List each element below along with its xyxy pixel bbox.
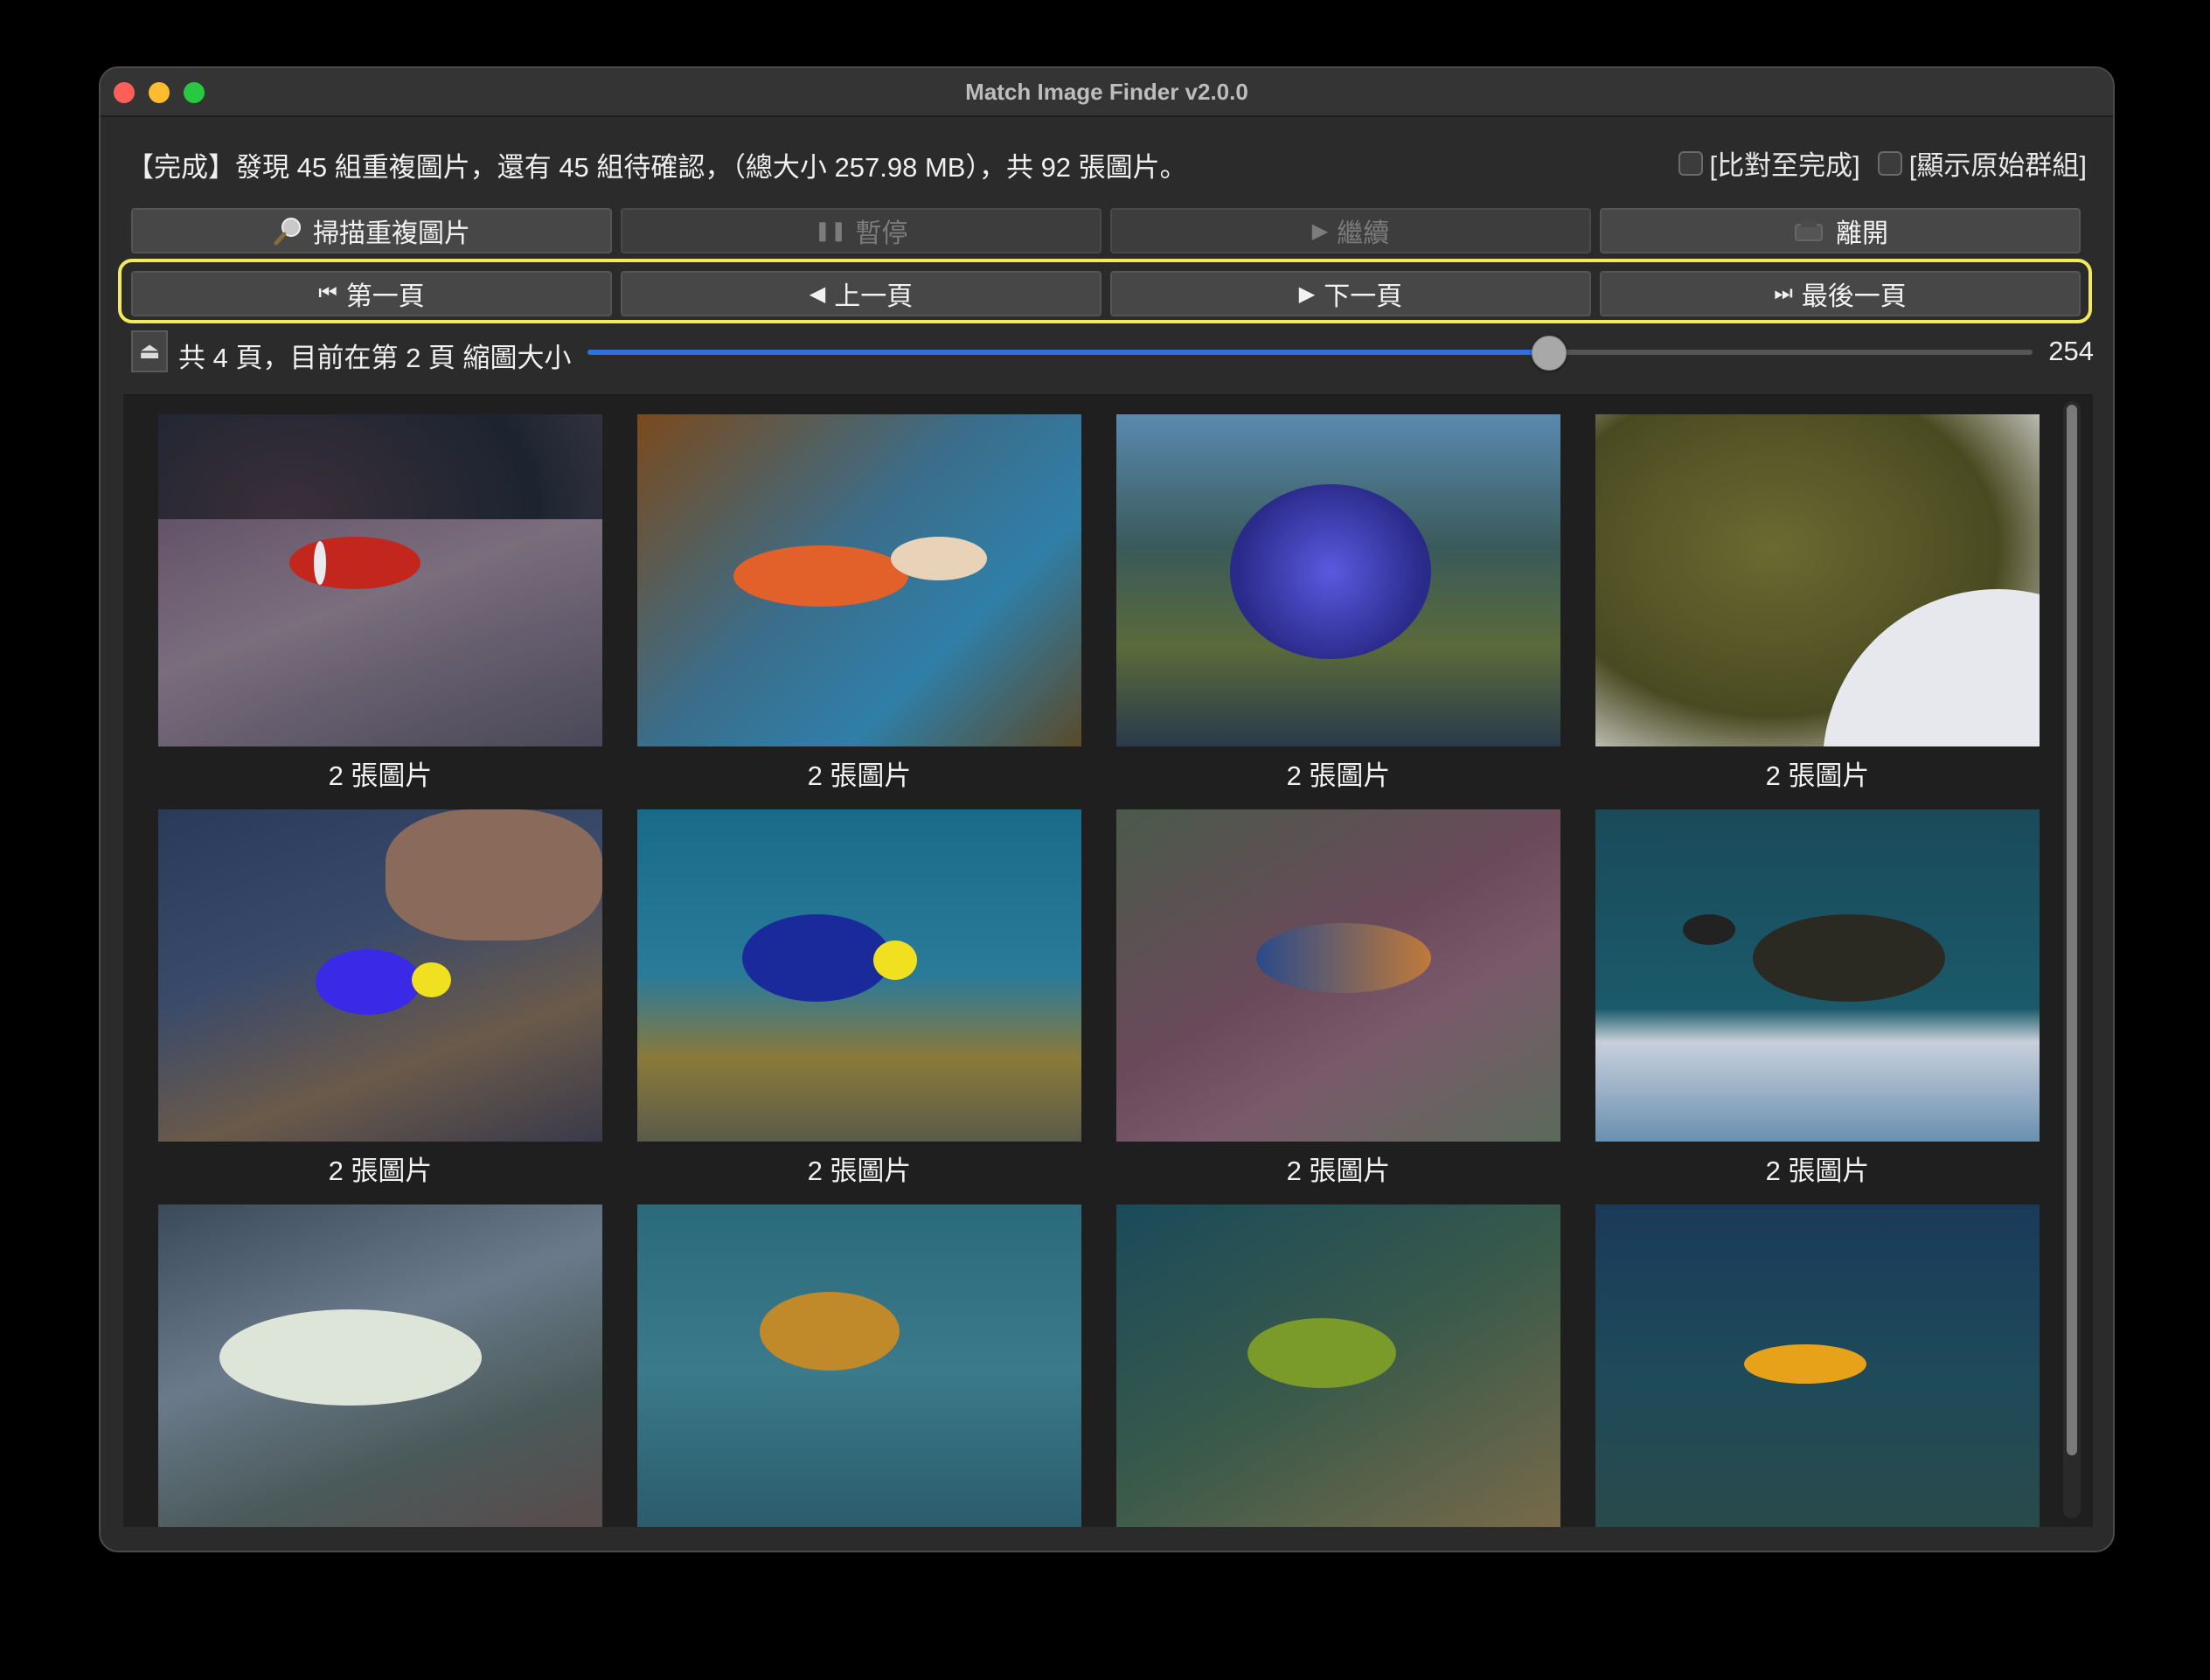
thumbnail-image[interactable] <box>158 809 602 1142</box>
first-page-button[interactable]: ⏮ 第一頁 <box>131 271 612 316</box>
thumbnail-tile[interactable]: 2 張圖片 <box>158 414 602 793</box>
thumbnail-caption: 2 張圖片 <box>1765 760 1870 791</box>
first-page-icon: ⏮ <box>318 281 337 305</box>
magnifier-icon <box>274 218 301 246</box>
thumbnail-image[interactable] <box>158 414 602 746</box>
thumbnail-image[interactable] <box>637 809 1081 1142</box>
last-page-button[interactable]: ⏭ 最後一頁 <box>1600 271 2081 316</box>
thumbnail-image[interactable] <box>1595 414 2040 746</box>
compare-until-done-checkbox[interactable] <box>1678 150 1703 176</box>
page-info-text: 共 4 頁，目前在第 2 頁 縮圖大小 <box>178 343 572 373</box>
thumbnail-caption: 2 張圖片 <box>1286 760 1391 791</box>
exit-button-label: 離開 <box>1836 219 1888 248</box>
thumbnail-size-slider[interactable] <box>587 336 2033 371</box>
show-original-groups-label: [顯示原始群組] <box>1908 150 2087 181</box>
thumbnail-caption: 2 張圖片 <box>807 1156 912 1186</box>
compare-until-done-option[interactable]: [比對至完成] <box>1678 143 1860 183</box>
first-page-label: 第一頁 <box>345 282 425 311</box>
thumbnail-caption: 2 張圖片 <box>328 1156 433 1186</box>
prev-page-button[interactable]: ◀ 上一頁 <box>621 271 1102 316</box>
app-window: Match Image Finder v2.0.0 【完成】發現 45 組重複圖… <box>99 66 2115 1552</box>
status-text: 【完成】發現 45 組重複圖片，還有 45 組待確認，（總大小 257.98 M… <box>127 152 1187 183</box>
pagination-bar: ⏮ 第一頁 ◀ 上一頁 ▶ 下一頁 ⏭ 最後一頁 <box>131 271 2081 316</box>
window-title: Match Image Finder v2.0.0 <box>965 79 1248 105</box>
page-info-bar: ⏏ 共 4 頁，目前在第 2 頁 縮圖大小 254 <box>131 329 2094 374</box>
show-original-groups-option[interactable]: [顯示原始群組] <box>1877 143 2087 183</box>
collapse-icon: ⏏ <box>138 338 161 364</box>
prev-page-icon: ◀ <box>809 281 826 306</box>
thumbnail-image[interactable] <box>1116 1204 1560 1527</box>
thumbnail-image[interactable] <box>637 414 1081 746</box>
prev-page-label: 上一頁 <box>834 282 914 311</box>
resume-button[interactable]: ▶ 繼續 <box>1110 208 1591 253</box>
thumbnail-caption: 2 張圖片 <box>807 760 912 791</box>
thumbnail-tile[interactable]: 2 張圖片 <box>1595 414 2040 793</box>
thumbnail-tile[interactable]: 2 張圖片 <box>637 809 1081 1188</box>
thumbnail-caption: 2 張圖片 <box>328 760 433 791</box>
exit-button[interactable]: 離開 <box>1600 208 2081 253</box>
thumbnail-tile[interactable]: 2 張圖片 <box>158 809 602 1188</box>
compare-until-done-label: [比對至完成] <box>1709 150 1860 181</box>
collapse-button[interactable]: ⏏ <box>131 330 168 372</box>
toolbar: 掃描重複圖片 ❚❚ 暫停 ▶ 繼續 離開 <box>131 208 2081 253</box>
thumbnail-tile[interactable]: 2 張圖片 <box>637 414 1081 793</box>
thumbnail-gallery: 2 張圖片 2 張圖片 2 張圖片 2 張圖片 2 張圖片 2 張圖片 2 張圖… <box>123 394 2093 1527</box>
thumbnail-image[interactable] <box>1116 809 1560 1142</box>
thumbnail-size-value: 254 <box>2048 336 2094 366</box>
exit-icon <box>1795 220 1823 241</box>
last-page-icon: ⏭ <box>1774 281 1793 305</box>
show-original-groups-checkbox[interactable] <box>1877 150 1902 176</box>
thumbnail-tile[interactable] <box>1595 1204 2040 1527</box>
thumbnail-caption: 2 張圖片 <box>1765 1156 1870 1186</box>
gallery-scrollbar-thumb[interactable] <box>2067 405 2077 1455</box>
last-page-label: 最後一頁 <box>1801 282 1907 311</box>
slider-knob[interactable] <box>1532 336 1567 371</box>
thumbnail-tile[interactable]: 2 張圖片 <box>1595 809 2040 1188</box>
thumbnail-tile[interactable] <box>1116 1204 1560 1527</box>
thumbnail-tile[interactable] <box>158 1204 602 1527</box>
thumbnail-tile[interactable]: 2 張圖片 <box>1116 809 1560 1188</box>
options-group: [比對至完成] [顯示原始群組] <box>1678 143 2087 183</box>
pause-button-label: 暫停 <box>855 219 908 248</box>
pause-icon: ❚❚ <box>814 219 847 241</box>
title-bar: Match Image Finder v2.0.0 <box>101 68 2113 117</box>
thumbnail-image[interactable] <box>1595 809 2040 1142</box>
thumbnail-tile[interactable]: 2 張圖片 <box>1116 414 1560 793</box>
thumbnail-image[interactable] <box>637 1204 1081 1527</box>
scan-button-label: 掃描重複圖片 <box>313 219 470 248</box>
next-page-icon: ▶ <box>1298 281 1316 306</box>
thumbnail-caption: 2 張圖片 <box>1286 1156 1391 1186</box>
thumbnail-tile[interactable] <box>637 1204 1081 1527</box>
thumbnail-image[interactable] <box>158 1204 602 1527</box>
slider-fill <box>587 350 1549 355</box>
next-page-button[interactable]: ▶ 下一頁 <box>1110 271 1591 316</box>
gallery-scrollbar[interactable] <box>2063 401 2081 1518</box>
resume-button-label: 繼續 <box>1337 219 1390 248</box>
thumbnail-image[interactable] <box>1595 1204 2040 1527</box>
pause-button[interactable]: ❚❚ 暫停 <box>621 208 1102 253</box>
play-icon: ▶ <box>1311 219 1329 243</box>
scan-button[interactable]: 掃描重複圖片 <box>131 208 612 253</box>
next-page-label: 下一頁 <box>1324 282 1403 311</box>
thumbnail-image[interactable] <box>1116 414 1560 746</box>
